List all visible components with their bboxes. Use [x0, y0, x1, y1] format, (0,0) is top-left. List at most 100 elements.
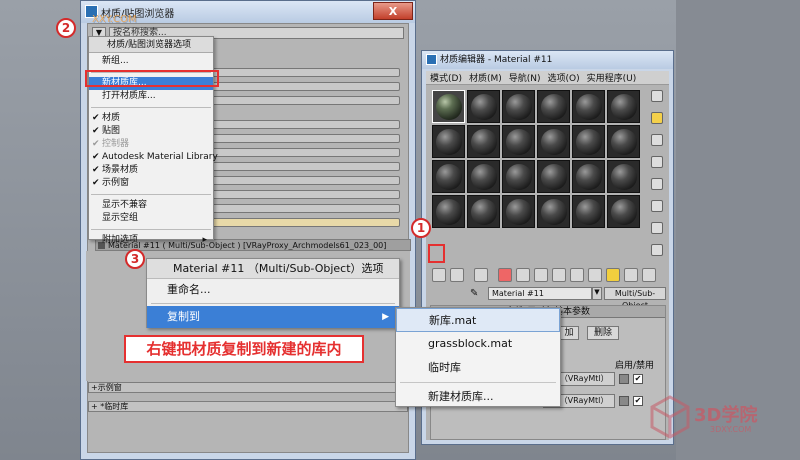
material-sphere — [576, 129, 602, 155]
sample-slot[interactable] — [502, 125, 535, 158]
menu-separator — [91, 107, 211, 108]
sample-slot[interactable] — [537, 195, 570, 228]
context-menu-header: Material #11 （Multi/Sub-Object）选项 — [147, 259, 399, 279]
context-item-rename[interactable]: 重命名... — [147, 279, 399, 301]
menu-item-sample-slots[interactable]: ✔ 示例窗 — [89, 177, 213, 190]
material-sphere — [506, 199, 532, 225]
show-end-result-icon[interactable] — [606, 268, 620, 282]
sample-slot[interactable] — [502, 195, 535, 228]
sample-slot[interactable] — [607, 160, 640, 193]
sub-material-color-swatch[interactable] — [619, 396, 629, 406]
menu-item-scene-materials[interactable]: ✔ 场景材质 — [89, 164, 213, 177]
group-sample-slots[interactable]: +示例窗 — [88, 382, 408, 393]
material-sphere — [506, 94, 532, 120]
menu-item-maps[interactable]: ✔ 贴图 — [89, 125, 213, 138]
go-to-parent-icon[interactable] — [624, 268, 638, 282]
menu-item-show-empty-groups[interactable]: 显示空组 — [89, 212, 213, 225]
sample-slot[interactable] — [467, 195, 500, 228]
sample-slot[interactable] — [572, 160, 605, 193]
menu-utilities[interactable]: 实用程序(U) — [587, 71, 637, 84]
enable-checkbox[interactable]: ✔ — [633, 396, 643, 406]
sample-slot[interactable] — [572, 195, 605, 228]
make-preview-icon[interactable] — [651, 200, 663, 212]
sample-slot[interactable] — [572, 125, 605, 158]
options-icon[interactable] — [651, 222, 663, 234]
menu-item-materials[interactable]: ✔ 材质 — [89, 112, 213, 125]
select-by-material-icon[interactable] — [651, 244, 663, 256]
browser-options-menu: 材质/贴图浏览器选项 新组... 新材质库... 打开材质库... ✔ 材质 ✔ 贴… — [88, 36, 218, 245]
context-item-copy-to[interactable]: 复制到 ▶ — [147, 306, 399, 328]
menu-mode[interactable]: 模式(D) — [430, 71, 462, 84]
submenu-item-grassblock[interactable]: grassblock.mat — [396, 332, 560, 356]
delete-button[interactable]: 删除 — [587, 326, 619, 340]
menu-item-controllers[interactable]: ✔ 控制器 — [89, 138, 213, 151]
step-badge-3: 3 — [125, 249, 145, 269]
backlight-icon[interactable] — [651, 112, 663, 124]
group-temp-library[interactable]: + *临时库 — [88, 401, 408, 412]
material-id-channel-icon[interactable] — [570, 268, 584, 282]
sample-slot[interactable] — [607, 90, 640, 123]
menu-item-autodesk-library[interactable]: ✔ Autodesk Material Library — [89, 151, 218, 164]
material-sphere — [541, 94, 567, 120]
put-material-to-scene-icon[interactable] — [450, 268, 464, 282]
copy-material-icon[interactable] — [516, 268, 530, 282]
submenu-item-temp-library[interactable]: 临时库 — [396, 356, 560, 380]
sample-slot[interactable] — [432, 195, 465, 228]
eyedropper-icon[interactable]: ✎ — [470, 288, 478, 299]
sample-slot[interactable] — [502, 160, 535, 193]
reset-material-icon[interactable] — [498, 268, 512, 282]
sample-uv-tiling-icon[interactable] — [651, 156, 663, 168]
sample-type-icon[interactable] — [651, 90, 663, 102]
submenu-item-new-library[interactable]: 新库.mat — [396, 308, 560, 332]
material-sphere — [471, 164, 497, 190]
sample-slot[interactable] — [502, 90, 535, 123]
menu-material[interactable]: 材质(M) — [469, 71, 502, 84]
menu-navigation[interactable]: 导航(N) — [509, 71, 541, 84]
sub-material-color-swatch[interactable] — [619, 374, 629, 384]
checkmark-icon: ✔ — [92, 126, 100, 136]
sample-slot[interactable] — [607, 195, 640, 228]
background-icon[interactable] — [651, 134, 663, 146]
material-sphere — [436, 94, 462, 120]
material-name-dropdown-icon[interactable]: ▼ — [592, 287, 602, 300]
material-type-button[interactable]: Multi/Sub-Object — [604, 287, 666, 310]
sample-slot[interactable] — [607, 125, 640, 158]
assign-material-icon[interactable] — [474, 268, 488, 282]
checkmark-icon: ✔ — [92, 139, 100, 149]
sample-slot[interactable] — [467, 160, 500, 193]
material-name-field[interactable]: Material #11 — [488, 287, 592, 300]
video-color-check-icon[interactable] — [651, 178, 663, 190]
sample-slot[interactable] — [572, 90, 605, 123]
sample-slot[interactable] — [537, 125, 570, 158]
3dsmax-app-icon — [426, 54, 437, 65]
go-forward-sibling-icon[interactable] — [642, 268, 656, 282]
menu-item-open-material-library[interactable]: 打开材质库... — [89, 90, 213, 103]
copy-to-submenu: 新库.mat grassblock.mat 临时库 新建材质库... — [395, 307, 561, 407]
menu-item-new-group[interactable]: 新组... — [89, 55, 213, 68]
sample-slots-grid — [432, 90, 642, 230]
sample-slot[interactable] — [467, 90, 500, 123]
sample-slot[interactable] — [432, 125, 465, 158]
sample-slot[interactable] — [432, 160, 465, 193]
make-unique-icon[interactable] — [534, 268, 548, 282]
show-shaded-icon[interactable] — [588, 268, 602, 282]
menu-separator — [91, 194, 211, 195]
menu-options[interactable]: 选项(O) — [548, 71, 580, 84]
enable-checkbox[interactable]: ✔ — [633, 374, 643, 384]
close-button[interactable]: X — [373, 2, 413, 20]
menu-item-show-incompatible[interactable]: 显示不兼容 — [89, 199, 213, 212]
submenu-item-new-material-library[interactable]: 新建材质库... — [396, 385, 560, 409]
get-material-icon[interactable] — [432, 268, 446, 282]
add-button[interactable]: 加 — [559, 326, 579, 340]
sample-slot[interactable] — [537, 160, 570, 193]
sample-slot-active[interactable] — [432, 90, 465, 123]
editor-titlebar[interactable]: 材质编辑器 - Material #11 — [422, 51, 673, 69]
put-to-library-icon[interactable] — [552, 268, 566, 282]
sample-slot[interactable] — [467, 125, 500, 158]
cube-logo-icon — [650, 395, 690, 439]
sample-slot[interactable] — [537, 90, 570, 123]
logo-name: 3D学院 — [694, 405, 758, 426]
get-material-highlight-box — [428, 244, 445, 263]
menu-item-additional-options[interactable]: 附加选项 ▸ — [89, 234, 213, 247]
menu-item-new-material-library[interactable]: 新材质库... — [89, 77, 213, 90]
